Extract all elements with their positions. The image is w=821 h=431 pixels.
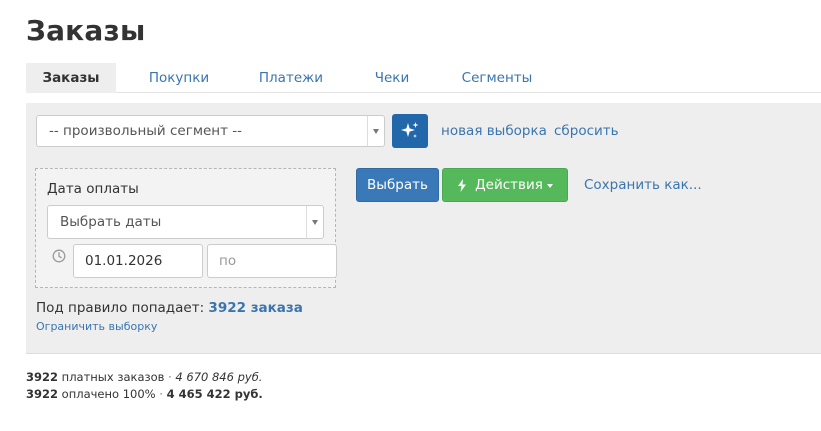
tab-payments[interactable]: Платежи	[242, 63, 340, 93]
save-as-link[interactable]: Сохранить как...	[584, 177, 702, 193]
tab-receipts[interactable]: Чеки	[340, 63, 444, 93]
stat-count: 3922	[26, 387, 59, 401]
stats-fully-paid: 3922 оплачено 100% · 4 465 422 руб.	[26, 387, 263, 401]
sparkle-icon	[401, 122, 419, 138]
page-title: Заказы	[26, 14, 146, 47]
tab-orders[interactable]: Заказы	[26, 63, 116, 93]
date-from-input[interactable]: 01.01.2026	[73, 244, 203, 278]
date-to-input[interactable]: по	[207, 244, 337, 278]
limit-selection-link[interactable]: Ограничить выборку	[36, 320, 157, 333]
tab-segments[interactable]: Сегменты	[444, 63, 550, 93]
filter-panel: -- произвольный сегмент -- новая выборка…	[26, 103, 821, 354]
tabs-bar: Заказы Покупки Платежи Чеки Сегменты	[26, 63, 821, 93]
segment-select[interactable]: -- произвольный сегмент --	[36, 115, 385, 147]
date-range-select-value: Выбрать даты	[60, 214, 162, 230]
date-range-select[interactable]: Выбрать даты	[47, 205, 324, 239]
tab-purchases[interactable]: Покупки	[116, 63, 242, 93]
new-selection-link[interactable]: новая выборка	[441, 123, 547, 139]
magic-sparkle-button[interactable]	[392, 114, 428, 148]
chevron-down-icon	[306, 206, 323, 238]
segment-select-value: -- произвольный сегмент --	[49, 123, 243, 139]
stat-label: платных заказов	[61, 370, 165, 384]
rule-count-link[interactable]: 3922 заказа	[208, 300, 302, 316]
reset-link[interactable]: сбросить	[554, 123, 619, 139]
stats-paid-orders: 3922 платных заказов · 4 670 846 руб.	[26, 370, 263, 384]
stat-label: оплачено 100%	[61, 387, 156, 401]
select-button[interactable]: Выбрать	[356, 168, 439, 202]
stat-sum: 4 465 422 руб.	[166, 387, 263, 401]
filter-label: Дата оплаты	[47, 181, 139, 197]
lightning-icon	[458, 178, 467, 192]
chevron-down-icon	[367, 116, 384, 146]
rule-text: Под правило попадает:	[36, 300, 205, 316]
date-filter-box: Дата оплаты Выбрать даты 01.01.2026 по	[35, 168, 337, 288]
rule-summary: Под правило попадает: 3922 заказа	[36, 300, 303, 316]
stat-count: 3922	[26, 370, 59, 384]
actions-button-label: Действия	[475, 177, 543, 193]
caret-down-icon	[546, 183, 553, 188]
stat-sum: 4 670 846 руб.	[175, 370, 263, 384]
clock-icon	[52, 249, 66, 263]
actions-button[interactable]: Действия	[442, 168, 568, 202]
